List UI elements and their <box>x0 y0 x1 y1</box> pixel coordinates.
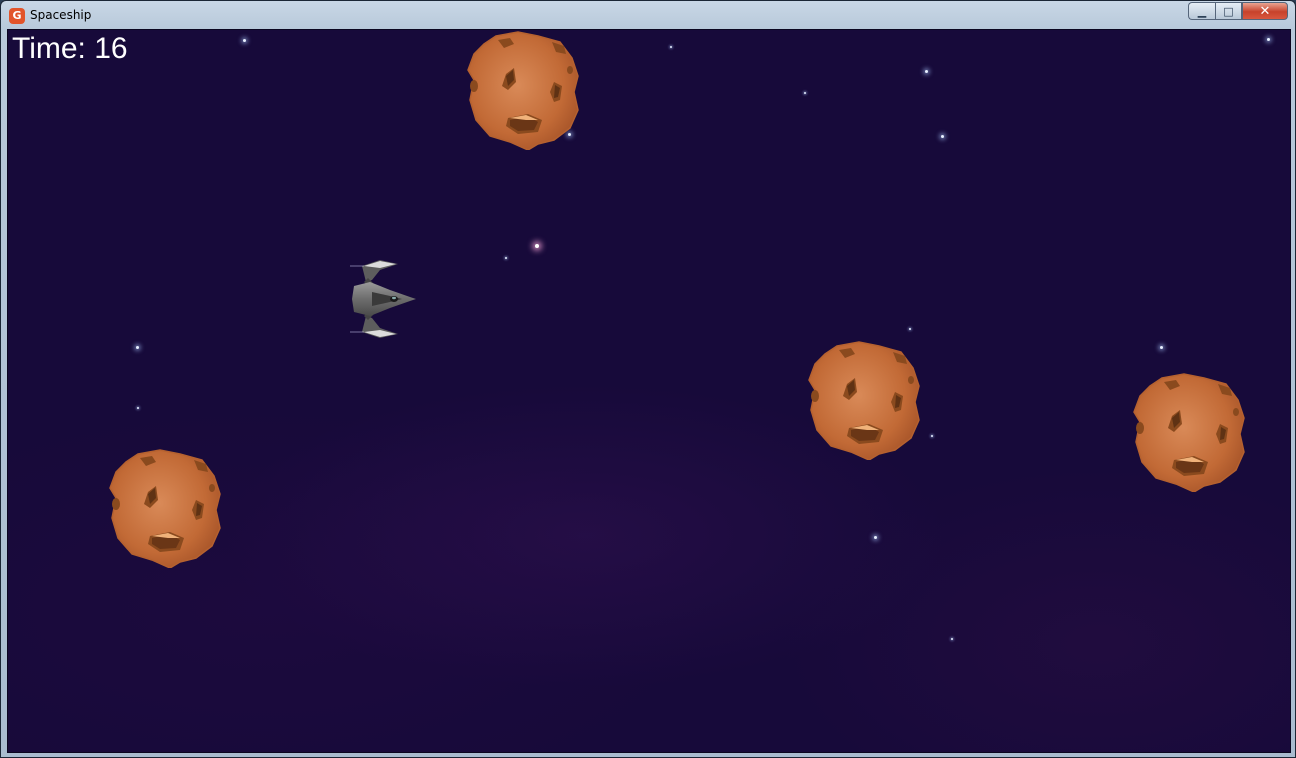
star-icon <box>137 407 139 409</box>
star-icon <box>243 39 246 42</box>
star-icon <box>136 346 139 349</box>
asteroid-icon <box>467 31 579 150</box>
star-icon <box>909 328 911 330</box>
star-icon <box>670 46 672 48</box>
asteroid-icon <box>109 449 221 568</box>
star-icon <box>941 135 944 138</box>
star-icon <box>874 536 877 539</box>
star-icon <box>505 257 507 259</box>
close-icon: ✕ <box>1259 3 1271 19</box>
maximize-icon: □ <box>1223 4 1234 18</box>
minimize-icon: ▁ <box>1197 4 1207 18</box>
monogame-logo-icon: G <box>9 8 25 24</box>
star-icon <box>925 70 928 73</box>
time-counter: Time: 16 <box>12 32 128 65</box>
window-controls: ▁ □ ✕ <box>1188 2 1288 21</box>
asteroid-icon <box>808 341 920 460</box>
star-icon <box>1267 38 1270 41</box>
title-bar[interactable]: G Spaceship ▁ □ ✕ <box>1 1 1295 29</box>
minimize-button[interactable]: ▁ <box>1188 2 1215 20</box>
star-icon <box>1160 346 1163 349</box>
maximize-button[interactable]: □ <box>1215 2 1242 20</box>
window-title: Spaceship <box>30 8 92 22</box>
spaceship-icon <box>350 260 416 338</box>
asteroid-icon <box>1133 373 1245 492</box>
star-icon <box>535 244 539 248</box>
star-icon <box>804 92 806 94</box>
star-icon <box>951 638 953 640</box>
close-button[interactable]: ✕ <box>1242 2 1288 20</box>
game-canvas[interactable]: Time: 16 <box>7 29 1291 753</box>
star-icon <box>931 435 933 437</box>
game-window: G Spaceship ▁ □ ✕ Time: 16 <box>0 0 1296 758</box>
